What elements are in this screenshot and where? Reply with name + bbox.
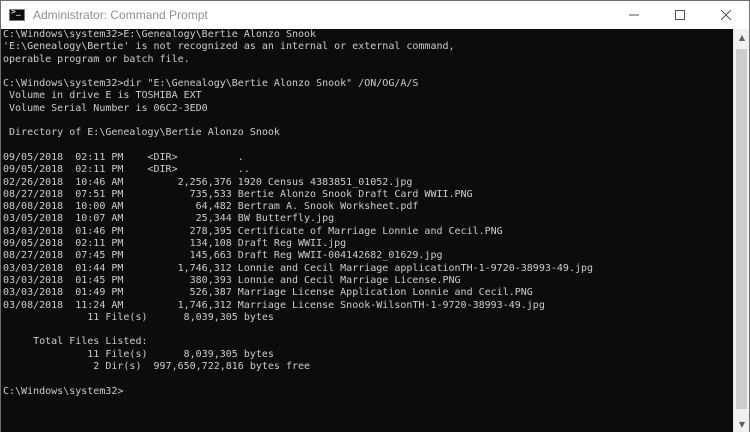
scroll-up-icon[interactable]: ▲ xyxy=(734,29,750,45)
console-line: 09/05/2018 02:11 PM 134,108 Draft Reg WW… xyxy=(3,238,347,250)
console-line: 'E:\Genealogy\Bertie' is not recognized … xyxy=(3,41,455,53)
scrollbar-thumb[interactable] xyxy=(736,49,747,409)
console-line: 03/03/2018 01:46 PM 278,395 Certificate … xyxy=(3,225,503,237)
prompt-glyph: >_ xyxy=(11,7,21,16)
console-line: 03/08/2018 11:24 AM 1,746,312 Marriage L… xyxy=(3,299,545,311)
minimize-button[interactable] xyxy=(611,1,657,29)
console-line: 11 File(s) 8,039,305 bytes xyxy=(3,348,274,360)
window-controls xyxy=(611,1,749,29)
console-line: 2 Dir(s) 997,650,722,816 bytes free xyxy=(3,361,311,373)
vertical-scrollbar[interactable]: ▲ ▼ xyxy=(733,29,749,432)
console-line: 09/05/2018 02:11 PM <DIR> .. xyxy=(3,164,250,176)
console-line: operable program or batch file. xyxy=(3,53,190,65)
console-line: 11 File(s) 8,039,305 bytes xyxy=(3,311,274,323)
maximize-button[interactable] xyxy=(657,1,703,29)
console-line: Total Files Listed: xyxy=(3,336,148,348)
console-line: 08/08/2018 10:00 AM 64,482 Bertram A. Sn… xyxy=(3,201,419,213)
console-line: C:\Windows\system32>E:\Genealogy\Bertie … xyxy=(3,29,317,40)
close-button[interactable] xyxy=(703,1,749,29)
console-line: Volume Serial Number is 06C2-3ED0 xyxy=(3,102,208,114)
console-line: Directory of E:\Genealogy\Bertie Alonzo … xyxy=(3,127,280,139)
title-bar[interactable]: >_ Administrator: Command Prompt xyxy=(1,1,749,29)
console-line: 09/05/2018 02:11 PM <DIR> . xyxy=(3,151,244,163)
console-line: 03/05/2018 10:07 AM 25,344 BW Butterfly.… xyxy=(3,213,335,225)
console-output-area[interactable]: C:\Windows\system32>E:\Genealogy\Bertie … xyxy=(1,29,734,432)
console-line: 08/27/2018 07:51 PM 735,533 Bertie Alonz… xyxy=(3,188,473,200)
cmd-icon[interactable]: >_ xyxy=(9,7,25,21)
console-text: C:\Windows\system32>E:\Genealogy\Bertie … xyxy=(1,29,734,398)
close-icon xyxy=(721,10,731,20)
console-line: 03/03/2018 01:49 PM 526,387 Marriage Lic… xyxy=(3,287,533,299)
maximize-icon xyxy=(675,10,685,20)
console-line: C:\Windows\system32>dir "E:\Genealogy\Be… xyxy=(3,78,419,90)
command-prompt-window: >_ Administrator: Command Prompt C:\Wind… xyxy=(0,0,750,432)
console-line: 03/03/2018 01:44 PM 1,746,312 Lonnie and… xyxy=(3,262,594,274)
minimize-icon xyxy=(629,14,639,16)
window-title: Administrator: Command Prompt xyxy=(33,8,208,22)
console-line: C:\Windows\system32> xyxy=(3,385,124,397)
console-line: 03/03/2018 01:45 PM 380,393 Lonnie and C… xyxy=(3,274,461,286)
console-line: Volume in drive E is TOSHIBA EXT xyxy=(3,90,202,102)
console-line: 02/26/2018 10:46 AM 2,256,376 1920 Censu… xyxy=(3,176,413,188)
console-line: 08/27/2018 07:45 PM 145,663 Draft Reg WW… xyxy=(3,250,443,262)
scroll-down-icon[interactable]: ▼ xyxy=(734,416,750,432)
